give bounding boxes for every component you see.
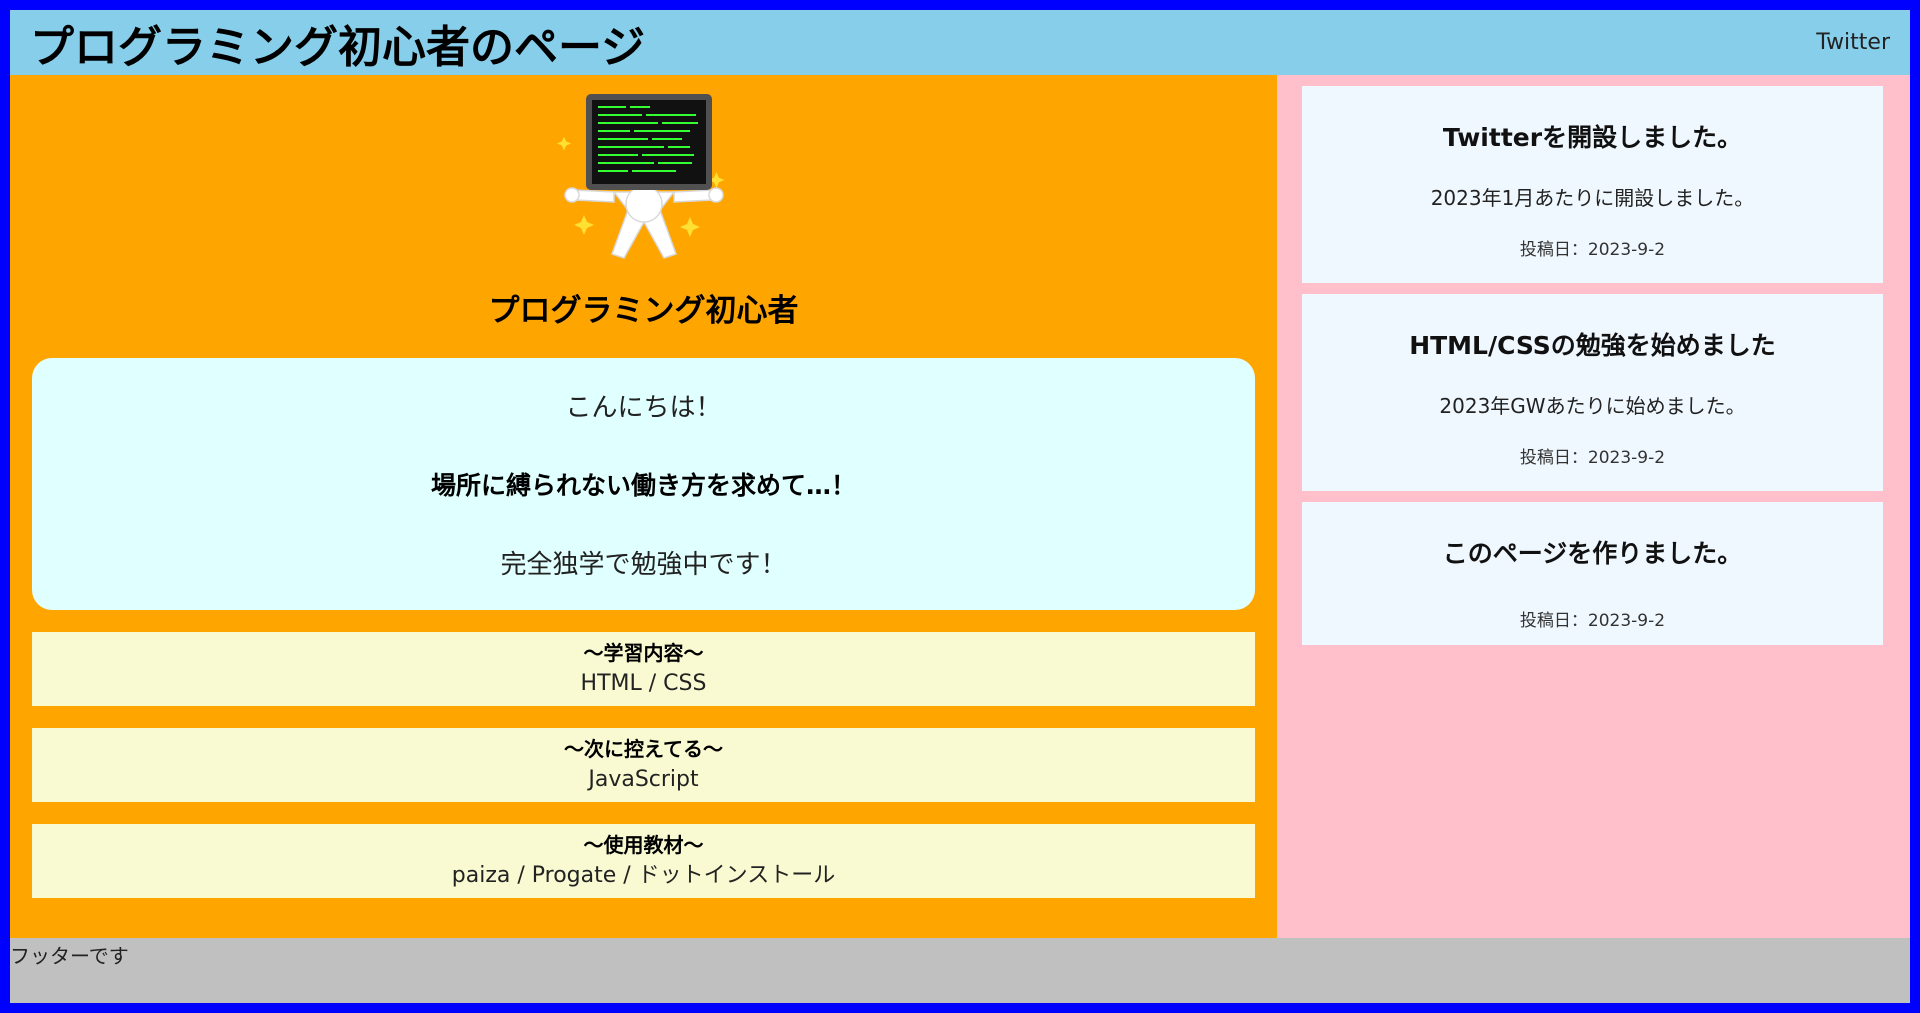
info-heading: 〜使用教材〜 [583, 833, 704, 857]
post-title: このページを作りました。 [1442, 539, 1743, 568]
post-body: 2023年1月あたりに開設しました。 [1430, 186, 1755, 210]
sidebar: Twitterを開設しました。 2023年1月あたりに開設しました。 投稿日：2… [1277, 75, 1910, 938]
info-body: paiza / Progate / ドットインストール [451, 863, 836, 888]
info-box-materials: 〜使用教材〜 paiza / Progate / ドットインストール [32, 824, 1255, 898]
info-heading: 〜学習内容〜 [583, 641, 704, 665]
post-title: Twitterを開設しました。 [1442, 123, 1743, 152]
info-box-learning: 〜学習内容〜 HTML / CSS [32, 632, 1255, 706]
info-heading: 〜次に控えてる〜 [564, 737, 723, 761]
post-card: Twitterを開設しました。 2023年1月あたりに開設しました。 投稿日：2… [1302, 86, 1883, 283]
greeting-hello: こんにちは！ [565, 393, 722, 423]
site-header: プログラミング初心者のページ Twitter [10, 10, 1910, 75]
post-card: このページを作りました。 投稿日：2023-9-2 [1302, 502, 1883, 645]
post-card: HTML/CSSの勉強を始めました 2023年GWあたりに始めました。 投稿日：… [1302, 294, 1883, 491]
post-date: 投稿日：2023-9-2 [1519, 448, 1666, 468]
greeting-status: 完全独学で勉強中です！ [500, 550, 787, 580]
site-title: プログラミング初心者のページ [30, 21, 646, 73]
person-holding-computer-screen-icon [556, 94, 724, 259]
page-frame: プログラミング初心者のページ Twitter プログラミング初心者 こんにちは！… [0, 0, 1920, 1013]
post-body: 2023年GWあたりに始めました。 [1439, 394, 1746, 418]
footer-text: フッターです [10, 944, 129, 968]
greeting-box: こんにちは！ 場所に縛られない働き方を求めて…！ 完全独学で勉強中です！ [32, 358, 1255, 610]
profile-name: プログラミング初心者 [488, 293, 799, 329]
main-column: プログラミング初心者 こんにちは！ 場所に縛られない働き方を求めて…！ 完全独学… [10, 75, 1277, 938]
post-date: 投稿日：2023-9-2 [1519, 611, 1666, 631]
twitter-link[interactable]: Twitter [1816, 30, 1890, 55]
content-area: プログラミング初心者 こんにちは！ 場所に縛られない働き方を求めて…！ 完全独学… [10, 75, 1910, 938]
info-body: JavaScript [588, 767, 699, 792]
greeting-motto: 場所に縛られない働き方を求めて…！ [430, 471, 856, 500]
post-date: 投稿日：2023-9-2 [1519, 240, 1666, 260]
info-body: HTML / CSS [580, 671, 707, 696]
post-title: HTML/CSSの勉強を始めました [1409, 331, 1776, 360]
info-box-next: 〜次に控えてる〜 JavaScript [32, 728, 1255, 802]
site-footer: フッターです [10, 938, 1910, 1003]
